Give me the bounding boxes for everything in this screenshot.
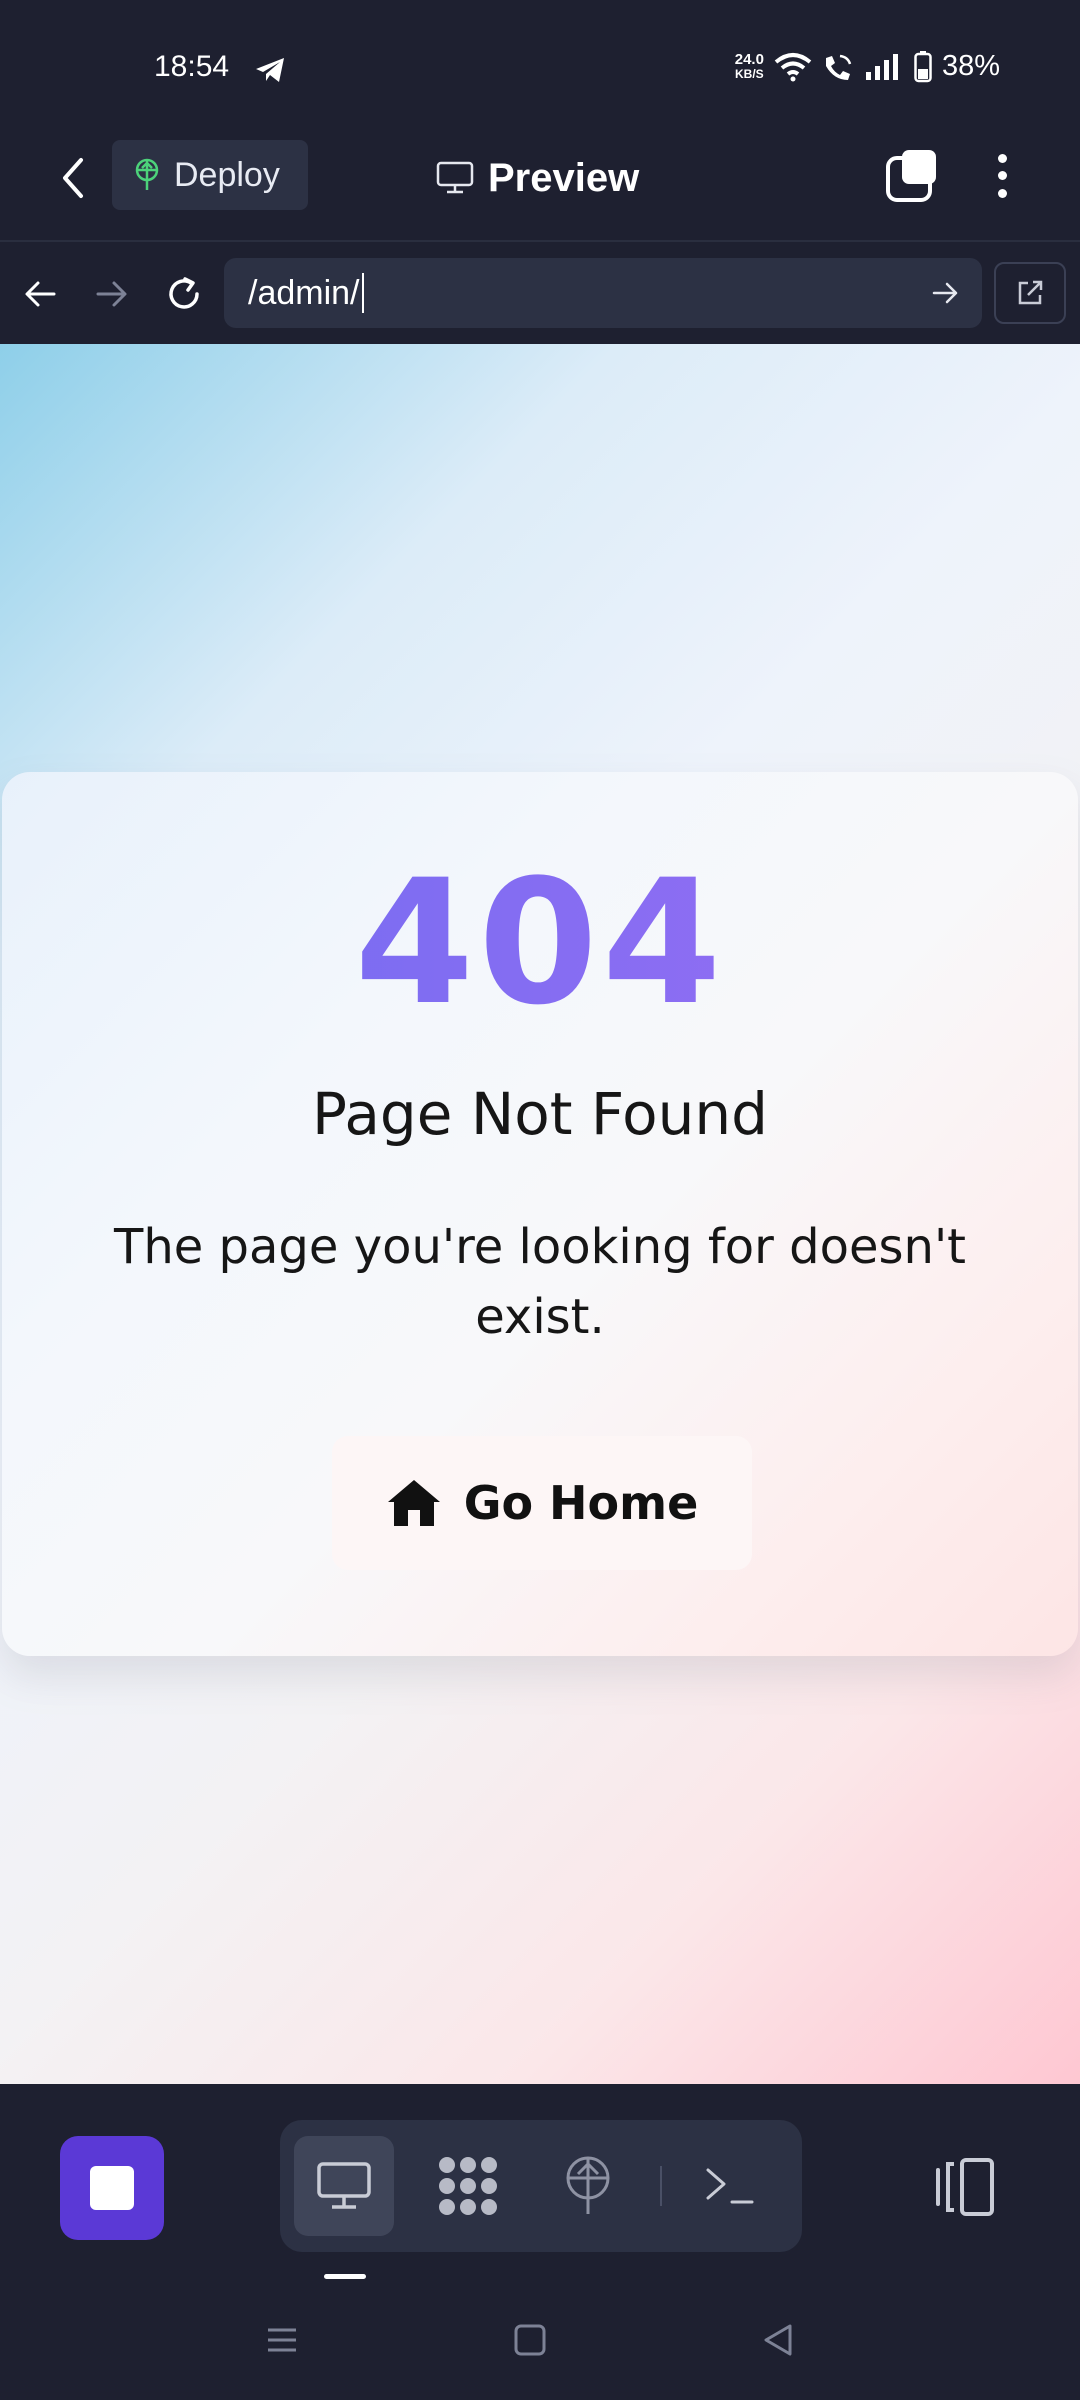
- antenna-icon: [566, 2156, 610, 2214]
- tab-preview[interactable]: [294, 2136, 394, 2236]
- error-title: Page Not Found: [311, 1080, 768, 1148]
- tab-terminal[interactable]: [680, 2136, 780, 2236]
- battery-percent: 38%: [941, 50, 1000, 82]
- page-title: Preview: [436, 148, 639, 208]
- monitor-icon: [317, 2162, 371, 2209]
- system-nav-bar: [0, 2286, 1080, 2400]
- bottom-toolbar: [0, 2084, 1080, 2286]
- wifi-icon: [774, 52, 812, 81]
- open-external-button[interactable]: [994, 262, 1066, 324]
- back-nav-icon[interactable]: [760, 2322, 796, 2358]
- status-icons: 24.0 KB/S 38%: [735, 50, 1000, 83]
- telegram-icon: [256, 58, 284, 82]
- browser-forward-button[interactable]: [84, 266, 140, 322]
- tab-deploy[interactable]: [538, 2136, 638, 2236]
- deploy-button[interactable]: Deploy: [112, 140, 308, 210]
- web-preview: 404 Page Not Found The page you're looki…: [0, 344, 1080, 2084]
- error-card: 404 Page Not Found The page you're looki…: [2, 772, 1078, 1656]
- app-bar: Deploy Preview: [0, 120, 1080, 240]
- stop-icon: [90, 2166, 134, 2210]
- url-input[interactable]: /admin/: [224, 258, 982, 328]
- status-bar: 18:54 24.0 KB/S 38%: [0, 0, 1080, 120]
- go-home-label: Go Home: [463, 1476, 699, 1530]
- grid-dots-icon: [439, 2157, 497, 2215]
- dot-icon: [997, 154, 1007, 164]
- signal-icon: [865, 53, 898, 80]
- home-nav-icon[interactable]: [512, 2322, 548, 2358]
- tab-apps[interactable]: [418, 2136, 518, 2236]
- wifi-call-icon: [825, 54, 852, 80]
- more-options-button[interactable]: [980, 144, 1024, 208]
- monitor-icon: [436, 161, 474, 194]
- chevron-left-icon: [63, 158, 83, 198]
- error-message: The page you're looking for doesn't exis…: [114, 1219, 966, 1345]
- separator: [660, 2166, 662, 2206]
- reload-button[interactable]: [156, 266, 212, 322]
- deploy-label: Deploy: [174, 155, 280, 194]
- arrow-right-icon: [96, 281, 127, 307]
- stop-button[interactable]: [60, 2136, 164, 2240]
- arrow-left-icon: [25, 281, 56, 307]
- error-code: 404: [2, 842, 1078, 1043]
- external-link-icon: [1018, 280, 1043, 305]
- panel-toggle-button[interactable]: [934, 2154, 1000, 2220]
- net-speed: 24.0 KB/S: [735, 52, 764, 82]
- url-text: /admin/: [248, 273, 360, 312]
- text-caret: [361, 273, 364, 313]
- terminal-icon: [706, 2168, 754, 2204]
- dot-icon: [997, 188, 1007, 198]
- reload-icon: [169, 277, 199, 309]
- dot-icon: [997, 171, 1007, 181]
- net-speed-unit: KB/S: [735, 66, 764, 81]
- go-home-button[interactable]: Go Home: [332, 1436, 752, 1570]
- net-speed-value: 24.0: [734, 50, 764, 68]
- view-switcher: [280, 2120, 802, 2252]
- title-text: Preview: [488, 155, 640, 200]
- url-bar: /admin/: [0, 242, 1080, 344]
- go-arrow-icon[interactable]: [926, 274, 964, 312]
- back-button[interactable]: [50, 148, 94, 208]
- status-time: 18:54: [154, 50, 230, 83]
- browser-back-button[interactable]: [12, 266, 68, 322]
- battery-icon: [914, 50, 932, 82]
- tabs-button[interactable]: [884, 148, 940, 204]
- deploy-icon: [135, 158, 159, 190]
- menu-icon[interactable]: [264, 2322, 300, 2358]
- home-icon: [387, 1480, 440, 1526]
- active-tab-indicator: [324, 2274, 366, 2279]
